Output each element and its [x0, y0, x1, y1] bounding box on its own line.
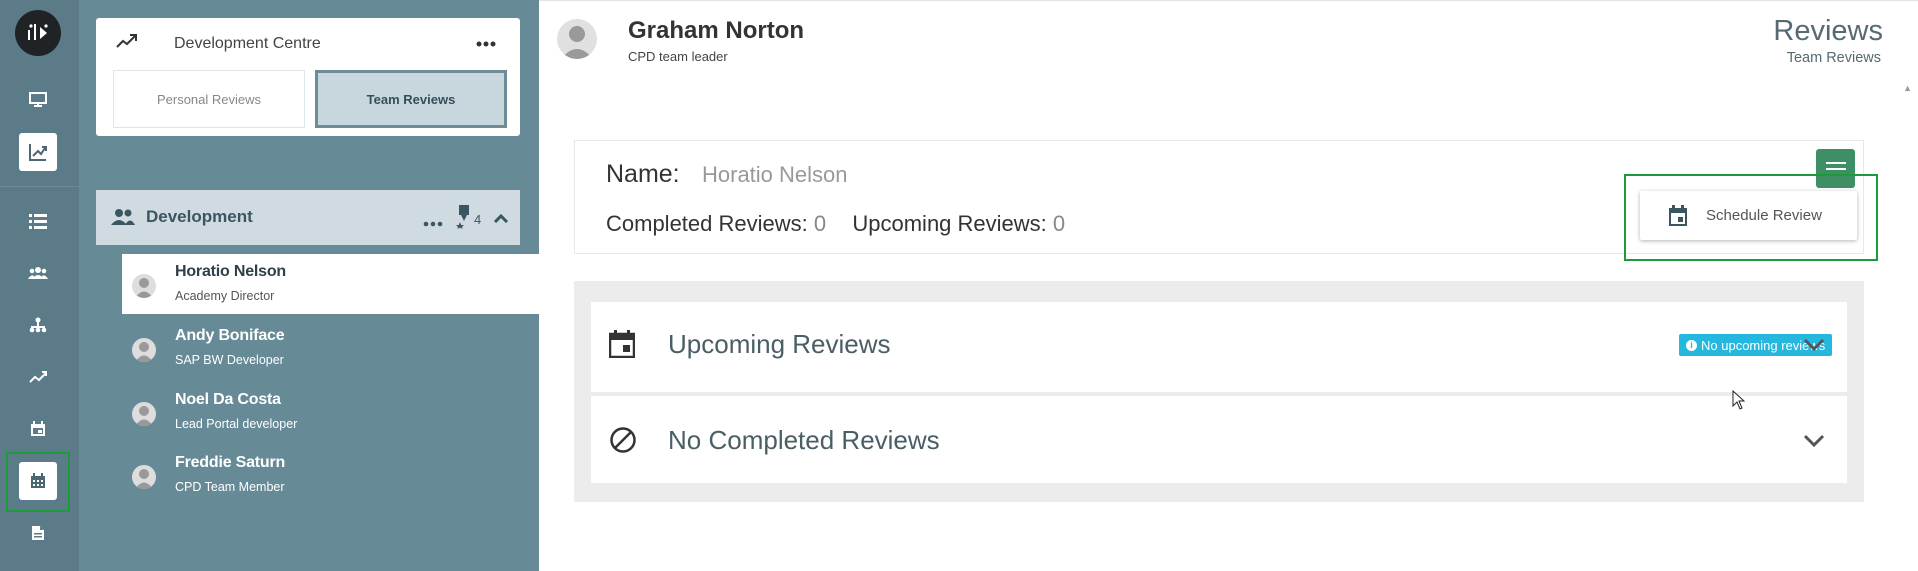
group-more-icon[interactable] [423, 214, 443, 232]
calendar-icon [608, 330, 636, 363]
list-icon[interactable] [19, 202, 57, 240]
upcoming-value: 0 [1052, 211, 1066, 236]
member-name: Noel Da Costa [175, 391, 281, 408]
member-name: Andy Boniface [175, 327, 285, 344]
group-icon [111, 208, 135, 231]
member-role: Lead Portal developer [175, 417, 298, 431]
avatar [132, 274, 156, 298]
app-logo[interactable] [15, 10, 61, 56]
member-role: SAP BW Developer [175, 353, 284, 367]
team-member-horatio-nelson[interactable]: Horatio Nelson Academy Director [122, 254, 539, 314]
upcoming-reviews-section[interactable]: Upcoming Reviews i No upcoming reviews [591, 302, 1847, 392]
mouse-cursor-icon [1732, 389, 1746, 415]
name-value: Horatio Nelson [702, 162, 848, 187]
calendar-icon[interactable] [19, 410, 57, 448]
icon-rail [0, 0, 79, 571]
team-member-noel-da-costa[interactable]: Noel Da Costa Lead Portal developer [122, 382, 539, 442]
upcoming-reviews-title: Upcoming Reviews [668, 329, 891, 359]
review-counts: Completed Reviews: 0 Upcoming Reviews: 0 [606, 211, 1065, 237]
development-group-header[interactable]: Development 4 [96, 190, 520, 245]
member-role: Academy Director [175, 289, 275, 303]
completed-reviews-section[interactable]: No Completed Reviews [591, 396, 1847, 483]
development-centre-header: Development Centre [96, 18, 520, 70]
more-options-icon[interactable] [476, 34, 496, 52]
collapse-chevron-icon[interactable] [493, 210, 509, 228]
avatar [132, 465, 156, 489]
review-tabs: Personal Reviews Team Reviews [113, 70, 507, 128]
rail-selection-highlight [6, 452, 70, 512]
award-icon [456, 205, 472, 234]
completed-reviews-title: No Completed Reviews [668, 425, 940, 455]
page-subtitle: Team Reviews [1786, 50, 1881, 66]
completed-value: 0 [813, 211, 827, 236]
trend-icon [116, 34, 138, 53]
prohibited-icon [609, 426, 637, 459]
upcoming-label: Upcoming Reviews: [852, 211, 1047, 236]
document-icon[interactable] [19, 514, 57, 552]
reviews-accordion: Upcoming Reviews i No upcoming reviews N… [574, 281, 1864, 502]
user-role: CPD team leader [628, 49, 728, 64]
member-role: CPD Team Member [175, 480, 285, 494]
scroll-up-arrow-icon[interactable]: ▲ [1903, 83, 1912, 93]
member-name: Freddie Saturn [175, 454, 286, 471]
team-icon[interactable] [19, 254, 57, 292]
development-centre-title: Development Centre [174, 35, 321, 52]
info-icon: i [1686, 339, 1697, 351]
avatar [132, 338, 156, 362]
member-name: Horatio Nelson [175, 263, 286, 280]
sitemap-icon[interactable] [19, 306, 57, 344]
avatar [132, 402, 156, 426]
schedule-review-menu-item[interactable]: Schedule Review [1640, 191, 1857, 240]
name-label: Name: [606, 160, 680, 188]
chevron-down-icon[interactable] [1803, 434, 1825, 453]
group-name: Development [146, 207, 253, 226]
schedule-review-label: Schedule Review [1706, 207, 1822, 224]
team-panel: Development Centre Personal Reviews Team… [79, 0, 539, 571]
group-count: 4 [474, 212, 482, 227]
tab-team-reviews[interactable]: Team Reviews [315, 70, 507, 128]
tab-personal-reviews[interactable]: Personal Reviews [113, 70, 305, 128]
development-centre-card: Development Centre Personal Reviews Team… [96, 18, 520, 136]
completed-label: Completed Reviews: [606, 211, 808, 236]
team-member-freddie-saturn[interactable]: Freddie Saturn CPD Team Member [122, 445, 539, 505]
chevron-down-icon[interactable] [1803, 338, 1825, 357]
trend-chart-icon[interactable] [19, 133, 57, 171]
team-member-andy-boniface[interactable]: Andy Boniface SAP BW Developer [122, 318, 539, 378]
calendar-icon [1668, 204, 1688, 227]
main-content: Graham Norton CPD team leader Reviews Te… [539, 0, 1918, 571]
user-name: Graham Norton [628, 17, 805, 44]
monitor-icon[interactable] [19, 81, 57, 119]
trend-line-icon[interactable] [19, 358, 57, 396]
user-avatar [557, 19, 597, 59]
page-title: Reviews [1773, 15, 1883, 47]
